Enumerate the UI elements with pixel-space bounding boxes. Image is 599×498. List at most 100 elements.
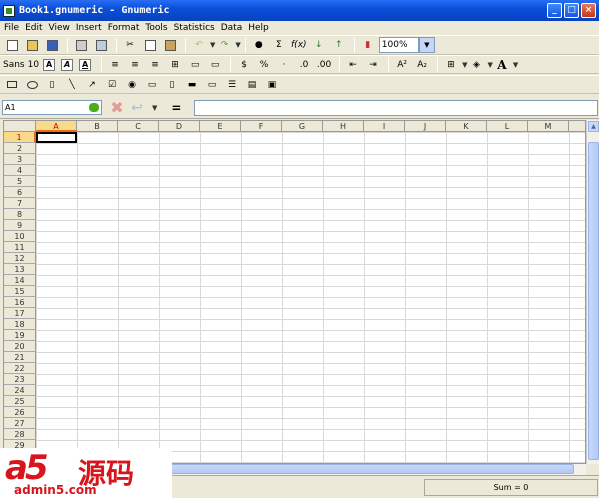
paste-icon[interactable]: [161, 37, 179, 54]
open-icon[interactable]: [23, 37, 41, 54]
go-icon[interactable]: [89, 103, 99, 112]
row-header-23[interactable]: 23: [4, 374, 36, 385]
align-center-icon[interactable]: ≡: [126, 56, 144, 73]
row-header-7[interactable]: 7: [4, 198, 36, 209]
currency-icon[interactable]: $: [235, 56, 253, 73]
maximize-button[interactable]: □: [564, 3, 579, 18]
decrease-indent-icon[interactable]: ⇤: [344, 56, 362, 73]
sum-icon[interactable]: Σ: [270, 37, 288, 54]
menu-help[interactable]: Help: [248, 23, 269, 33]
cut-icon[interactable]: ✂: [121, 37, 139, 54]
row-header-5[interactable]: 5: [4, 176, 36, 187]
label-icon[interactable]: ▯: [43, 76, 61, 93]
print-preview-icon[interactable]: [92, 37, 110, 54]
checkbox-icon[interactable]: ☑: [103, 76, 121, 93]
copy-icon[interactable]: [141, 37, 159, 54]
column-header-a[interactable]: A: [36, 121, 77, 132]
redo-icon[interactable]: ↷: [215, 37, 233, 54]
select-all-corner[interactable]: [4, 121, 36, 132]
save-icon[interactable]: [43, 37, 61, 54]
column-header-b[interactable]: B: [77, 121, 118, 132]
menu-statistics[interactable]: Statistics: [174, 23, 215, 33]
row-header-8[interactable]: 8: [4, 209, 36, 220]
row-header-19[interactable]: 19: [4, 330, 36, 341]
row-header-26[interactable]: 26: [4, 407, 36, 418]
font-name-select[interactable]: Sans: [3, 60, 25, 70]
row-header-24[interactable]: 24: [4, 385, 36, 396]
undo-icon[interactable]: ↶: [190, 37, 208, 54]
column-header-f[interactable]: F: [241, 121, 282, 132]
thousands-separator-icon[interactable]: ·: [275, 56, 293, 73]
row-header-27[interactable]: 27: [4, 418, 36, 429]
horizontal-scrollbar[interactable]: [170, 464, 586, 475]
menu-format[interactable]: Format: [108, 23, 140, 33]
column-header-i[interactable]: I: [364, 121, 405, 132]
align-left-icon[interactable]: ≡: [106, 56, 124, 73]
zoom-input[interactable]: 100%: [378, 37, 419, 53]
row-header-20[interactable]: 20: [4, 341, 36, 352]
row-header-12[interactable]: 12: [4, 253, 36, 264]
new-icon[interactable]: [3, 37, 21, 54]
print-icon[interactable]: [72, 37, 90, 54]
close-button[interactable]: ×: [581, 3, 596, 18]
row-header-6[interactable]: 6: [4, 187, 36, 198]
borders-icon[interactable]: ⊞: [442, 56, 460, 73]
row-header-9[interactable]: 9: [4, 220, 36, 231]
horizontal-scroll-thumb[interactable]: [170, 464, 574, 474]
menu-view[interactable]: View: [49, 23, 70, 33]
function-icon[interactable]: f(x): [290, 37, 308, 54]
column-header-n[interactable]: N: [569, 121, 585, 132]
ellipse-icon[interactable]: [23, 76, 41, 93]
row-header-14[interactable]: 14: [4, 275, 36, 286]
font-color-icon[interactable]: A: [493, 56, 511, 73]
row-header-10[interactable]: 10: [4, 231, 36, 242]
line-icon[interactable]: ╲: [63, 76, 81, 93]
spinbutton-icon[interactable]: ▭: [203, 76, 221, 93]
arrow-icon[interactable]: ↗: [83, 76, 101, 93]
column-header-g[interactable]: G: [282, 121, 323, 132]
column-header-k[interactable]: K: [446, 121, 487, 132]
column-header-m[interactable]: M: [528, 121, 569, 132]
vertical-scroll-thumb[interactable]: [588, 142, 599, 460]
minimize-button[interactable]: _: [547, 3, 562, 18]
row-header-17[interactable]: 17: [4, 308, 36, 319]
formula-input[interactable]: [194, 100, 598, 116]
increase-indent-icon[interactable]: ⇥: [364, 56, 382, 73]
radio-button-icon[interactable]: ◉: [123, 76, 141, 93]
zoom-dropdown-icon[interactable]: ▼: [418, 37, 435, 53]
font-size-select[interactable]: 10: [28, 60, 39, 70]
column-header-e[interactable]: E: [200, 121, 241, 132]
row-header-4[interactable]: 4: [4, 165, 36, 176]
row-header-3[interactable]: 3: [4, 154, 36, 165]
row-header-28[interactable]: 28: [4, 429, 36, 440]
hyperlink-icon[interactable]: ●: [250, 37, 268, 54]
unmerge-cells-icon[interactable]: ▭: [186, 56, 204, 73]
menu-tools[interactable]: Tools: [145, 23, 167, 33]
column-header-l[interactable]: L: [487, 121, 528, 132]
bold-button[interactable]: A: [43, 58, 56, 71]
row-header-2[interactable]: 2: [4, 143, 36, 154]
superscript-icon[interactable]: A²: [393, 56, 411, 73]
menu-data[interactable]: Data: [221, 23, 243, 33]
frame-icon[interactable]: ▣: [263, 76, 281, 93]
list-icon[interactable]: ☰: [223, 76, 241, 93]
decrease-decimal-icon[interactable]: .00: [315, 56, 333, 73]
menu-file[interactable]: File: [4, 23, 19, 33]
cancel-icon[interactable]: ✖: [108, 98, 126, 117]
column-header-h[interactable]: H: [323, 121, 364, 132]
sort-ascending-icon[interactable]: ↓: [310, 37, 328, 54]
subscript-icon[interactable]: A₂: [413, 56, 431, 73]
scroll-up-icon[interactable]: ▲: [588, 121, 599, 132]
fill-color-icon[interactable]: ◈: [467, 56, 485, 73]
column-header-c[interactable]: C: [118, 121, 159, 132]
scrollbar-icon[interactable]: ▯: [163, 76, 181, 93]
vertical-scrollbar[interactable]: ▲: [586, 120, 599, 464]
button-icon[interactable]: ▭: [143, 76, 161, 93]
row-header-15[interactable]: 15: [4, 286, 36, 297]
column-header-d[interactable]: D: [159, 121, 200, 132]
menu-insert[interactable]: Insert: [76, 23, 102, 33]
row-header-22[interactable]: 22: [4, 363, 36, 374]
row-header-1[interactable]: 1: [4, 132, 36, 143]
cell-area[interactable]: [36, 132, 585, 463]
name-box[interactable]: A1: [2, 100, 102, 115]
